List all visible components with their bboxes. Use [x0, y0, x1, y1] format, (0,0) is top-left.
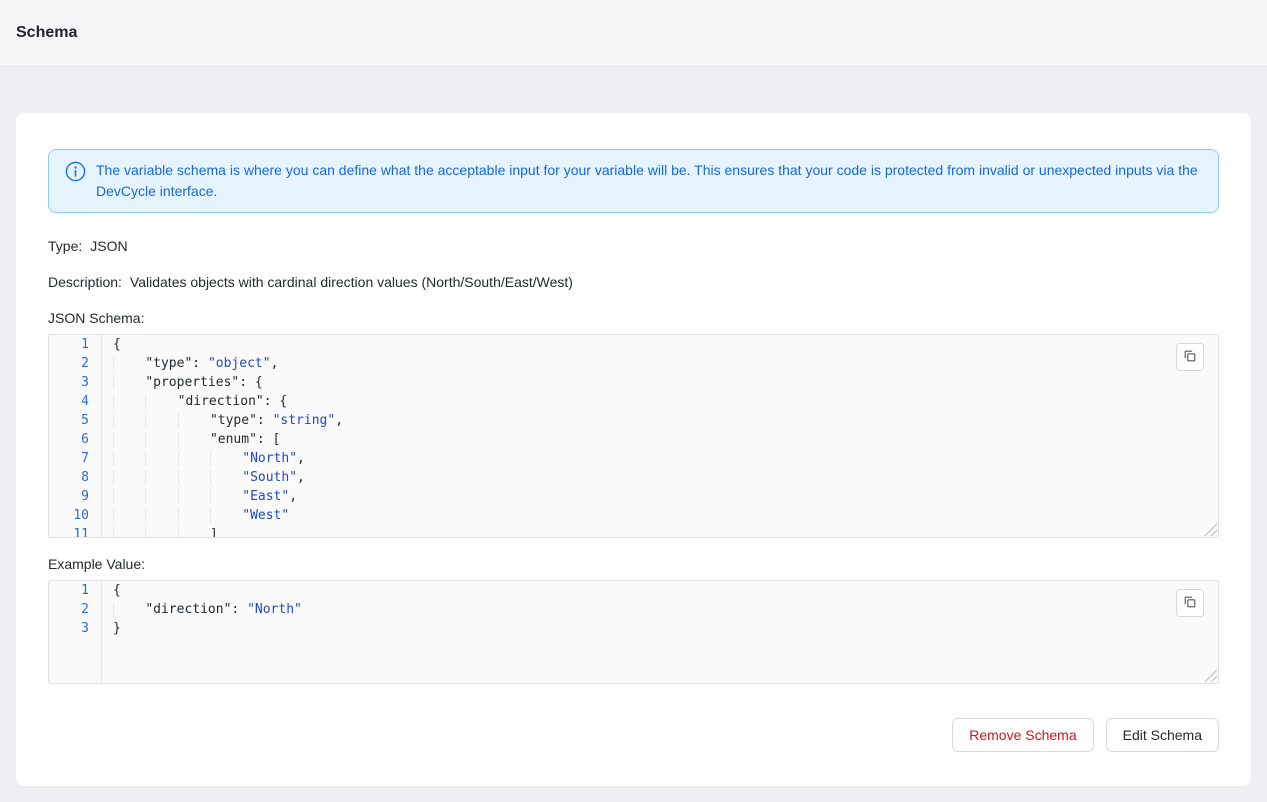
- line-number: 2: [49, 354, 89, 373]
- actions-row: Remove Schema Edit Schema: [48, 718, 1219, 752]
- copy-icon: [1183, 349, 1197, 366]
- copy-schema-button[interactable]: [1176, 343, 1204, 371]
- code-text: "West": [113, 506, 289, 525]
- code-text: "type": "string",: [113, 411, 343, 430]
- code-line: 6 "enum": [: [49, 430, 1218, 449]
- type-label: Type:: [48, 238, 82, 254]
- line-number: 10: [49, 506, 89, 525]
- code-line: 5 "type": "string",: [49, 411, 1218, 430]
- code-line: 3 "properties": {: [49, 373, 1218, 392]
- line-number: 3: [49, 373, 89, 392]
- example-editor-resize-grip[interactable]: [1204, 669, 1217, 682]
- example-value-editor[interactable]: 1{2 "direction": "North"3}: [48, 580, 1219, 684]
- code-text: "direction": {: [113, 392, 287, 411]
- remove-schema-button[interactable]: Remove Schema: [952, 718, 1093, 752]
- code-text: "type": "object",: [113, 354, 278, 373]
- line-number: 3: [49, 619, 89, 638]
- main-content: The variable schema is where you can def…: [0, 67, 1267, 798]
- code-line: 2 "type": "object",: [49, 354, 1218, 373]
- description-row: Description: Validates objects with cardi…: [48, 274, 1219, 290]
- line-number: 8: [49, 468, 89, 487]
- info-alert: The variable schema is where you can def…: [48, 149, 1219, 213]
- type-row: Type: JSON: [48, 238, 1219, 254]
- code-text: "East",: [113, 487, 297, 506]
- line-number: 9: [49, 487, 89, 506]
- edit-schema-button[interactable]: Edit Schema: [1106, 718, 1219, 752]
- line-number: 5: [49, 411, 89, 430]
- description-value: Validates objects with cardinal directio…: [130, 274, 573, 290]
- json-schema-label: JSON Schema:: [48, 310, 1219, 326]
- copy-icon: [1183, 595, 1197, 612]
- code-line: 11 ]: [49, 525, 1218, 538]
- page-title: Schema: [16, 24, 77, 42]
- code-line: 10 "West": [49, 506, 1218, 525]
- code-text: "South",: [113, 468, 305, 487]
- code-line: 1{: [49, 335, 1218, 354]
- code-text: ]: [113, 525, 218, 538]
- schema-card: The variable schema is where you can def…: [16, 113, 1251, 786]
- code-text: }: [113, 619, 121, 638]
- code-text: "direction": "North": [113, 600, 302, 619]
- code-line: 2 "direction": "North": [49, 600, 1218, 619]
- code-line: 9 "East",: [49, 487, 1218, 506]
- app-header: Schema: [0, 0, 1267, 67]
- line-number: 2: [49, 600, 89, 619]
- line-number: 11: [49, 525, 89, 538]
- code-text: "properties": {: [113, 373, 263, 392]
- code-text: "North",: [113, 449, 305, 468]
- line-number: 1: [49, 335, 89, 354]
- code-line: 7 "North",: [49, 449, 1218, 468]
- json-schema-editor[interactable]: 1{2 "type": "object",3 "properties": {4 …: [48, 334, 1219, 538]
- description-label: Description:: [48, 274, 122, 290]
- type-value: JSON: [90, 238, 127, 254]
- line-number: 7: [49, 449, 89, 468]
- code-line: 1{: [49, 581, 1218, 600]
- line-number: 1: [49, 581, 89, 600]
- info-icon: [65, 161, 86, 185]
- code-text: {: [113, 335, 121, 354]
- code-line: 4 "direction": {: [49, 392, 1218, 411]
- code-line: 3}: [49, 619, 1218, 638]
- code-line: 8 "South",: [49, 468, 1218, 487]
- example-value-label: Example Value:: [48, 556, 1219, 572]
- code-text: {: [113, 581, 121, 600]
- code-text: "enum": [: [113, 430, 280, 449]
- info-alert-text: The variable schema is where you can def…: [96, 160, 1202, 202]
- copy-example-button[interactable]: [1176, 589, 1204, 617]
- line-number: 4: [49, 392, 89, 411]
- line-number: 6: [49, 430, 89, 449]
